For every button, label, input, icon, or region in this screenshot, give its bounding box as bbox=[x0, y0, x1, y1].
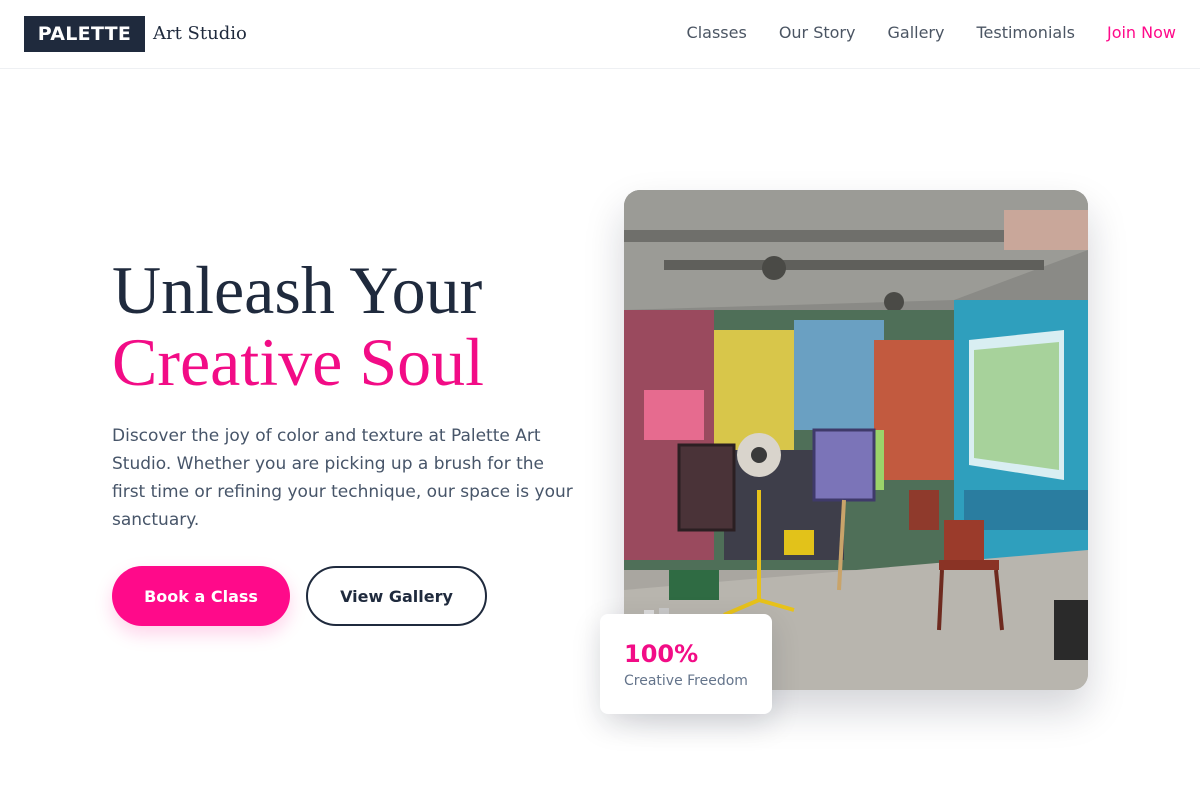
book-class-button[interactable]: Book a Class bbox=[112, 566, 290, 626]
nav-item-our-story[interactable]: Our Story bbox=[779, 21, 856, 45]
hero-title: Unleash Your Creative Soul bbox=[112, 254, 592, 398]
logo-text: PALETTE bbox=[37, 23, 132, 45]
join-now-link[interactable]: Join Now bbox=[1107, 21, 1176, 45]
logo[interactable]: PALETTE bbox=[24, 16, 145, 52]
hero-description: Discover the joy of color and texture at… bbox=[112, 426, 573, 530]
nav-item-classes[interactable]: Classes bbox=[687, 21, 747, 45]
nav-item-testimonials[interactable]: Testimonials bbox=[976, 21, 1075, 45]
site-header: PALETTE Art Studio Classes Our Story Gal… bbox=[0, 0, 1200, 69]
nav-item-gallery[interactable]: Gallery bbox=[887, 21, 944, 45]
brand-subtitle: Art Studio bbox=[153, 23, 247, 44]
hero-title-line1: Unleash Your bbox=[112, 252, 483, 328]
stat-card: 100% Creative Freedom bbox=[600, 614, 772, 714]
view-gallery-button[interactable]: View Gallery bbox=[306, 566, 487, 626]
stat-value: 100% bbox=[624, 640, 699, 668]
main-nav: Classes Our Story Gallery Testimonials J… bbox=[687, 20, 1176, 46]
stat-label: Creative Freedom bbox=[624, 673, 748, 689]
hero-title-line2: Creative Soul bbox=[112, 324, 485, 400]
